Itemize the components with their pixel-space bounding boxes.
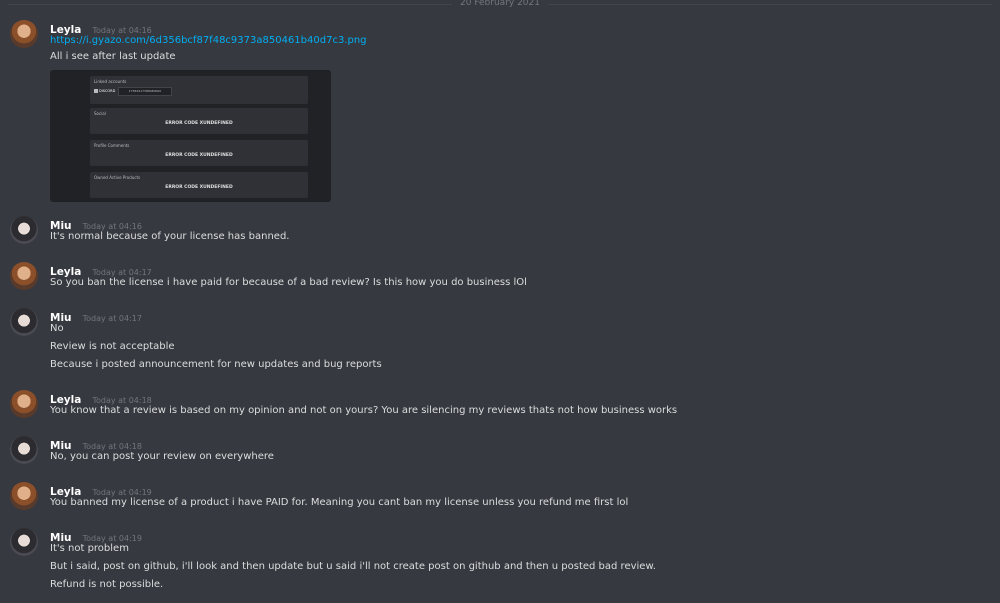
message-text: No	[50, 323, 64, 334]
message-header: Miu Today at 04:17	[50, 306, 142, 325]
avatar[interactable]	[10, 308, 38, 336]
embed-panel-owned-products: Owned Active Products ERROR CODE XUNDEFI…	[90, 172, 308, 198]
avatar[interactable]	[10, 436, 38, 464]
timestamp: Today at 04:16	[82, 222, 142, 231]
timestamp: Today at 04:17	[92, 268, 152, 277]
message-text: Refund is not possible.	[50, 579, 164, 590]
embed-panel-title: Owned Active Products	[94, 175, 141, 180]
divider-date: 20 February 2021	[452, 0, 548, 8]
message-text: It's normal because of your license has …	[50, 231, 290, 242]
message-text: It's not problem	[50, 543, 129, 554]
timestamp: Today at 04:16	[92, 26, 152, 35]
embed-error: ERROR CODE XUNDEFINED	[165, 153, 233, 158]
embed-error: ERROR CODE XUNDEFINED	[165, 121, 233, 126]
message-text: All i see after last update	[50, 51, 176, 62]
embed-field: 17563417388480000	[118, 87, 172, 96]
avatar[interactable]	[10, 528, 38, 556]
avatar[interactable]	[10, 20, 38, 48]
message-text: No, you can post your review on everywhe…	[50, 451, 274, 462]
message-text: But i said, post on github, i'll look an…	[50, 561, 656, 572]
message-text: Review is not acceptable	[50, 341, 175, 352]
message-text: Because i posted announcement for new up…	[50, 359, 382, 370]
message-text: You banned my license of a product i hav…	[50, 497, 629, 508]
embed-panel-profile-comments: Profile Comments ERROR CODE XUNDEFINED	[90, 140, 308, 166]
timestamp: Today at 04:19	[82, 534, 142, 543]
image-embed[interactable]: Linked accounts DISCORD 1756341738848000…	[50, 70, 331, 202]
message: Leyla Today at 04:16 https://i.gyazo.com…	[0, 20, 1000, 202]
embed-panel-linked-accounts: Linked accounts DISCORD 1756341738848000…	[90, 76, 308, 104]
embed-panel-title: Social	[94, 111, 106, 116]
message-link[interactable]: https://i.gyazo.com/6d356bcf87f48c9373a8…	[50, 35, 367, 46]
timestamp: Today at 04:18	[82, 442, 142, 451]
embed-error: ERROR CODE XUNDEFINED	[165, 185, 233, 190]
message-text: You know that a review is based on my op…	[50, 405, 678, 416]
timestamp: Today at 04:18	[92, 396, 152, 405]
timestamp: Today at 04:17	[82, 314, 142, 323]
timestamp: Today at 04:19	[92, 488, 152, 497]
avatar[interactable]	[10, 482, 38, 510]
avatar[interactable]	[10, 262, 38, 290]
date-divider: 20 February 2021	[0, 0, 1000, 10]
embed-panel-social: Social ERROR CODE XUNDEFINED	[90, 108, 308, 134]
avatar[interactable]	[10, 216, 38, 244]
embed-panel-title: Profile Comments	[94, 143, 130, 148]
embed-badge: DISCORD	[94, 89, 115, 93]
embed-panel-title: Linked accounts	[94, 79, 127, 84]
avatar[interactable]	[10, 390, 38, 418]
message-text: So you ban the license i have paid for b…	[50, 277, 527, 288]
checkbox-icon	[94, 89, 98, 93]
